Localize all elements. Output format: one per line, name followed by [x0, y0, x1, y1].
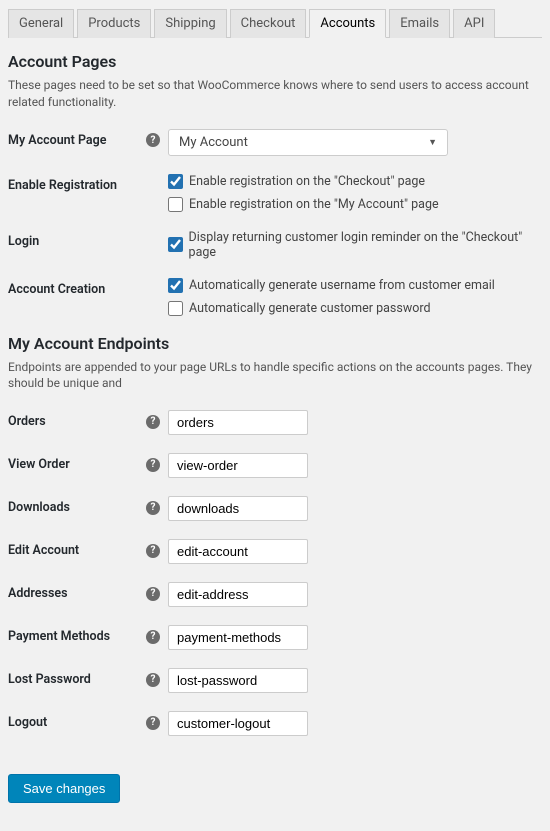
label-my-account-page: My Account Page — [8, 133, 106, 148]
help-icon[interactable]: ? — [146, 716, 160, 730]
tab-accounts[interactable]: Accounts — [309, 9, 386, 38]
help-icon[interactable]: ? — [146, 415, 160, 429]
tab-shipping[interactable]: Shipping — [154, 9, 226, 38]
settings-tabs: General Products Shipping Checkout Accou… — [8, 8, 542, 38]
checkbox-label: Enable registration on the "My Account" … — [189, 197, 439, 212]
input-edit-account[interactable] — [168, 539, 308, 564]
section-desc-endpoints: Endpoints are appended to your page URLs… — [8, 359, 542, 393]
help-icon[interactable]: ? — [146, 630, 160, 644]
checkbox-registration-myaccount[interactable] — [168, 197, 183, 212]
input-payment-methods[interactable] — [168, 625, 308, 650]
tab-checkout[interactable]: Checkout — [230, 9, 307, 38]
checkbox-auto-username[interactable] — [168, 278, 183, 293]
label-logout: Logout — [8, 715, 47, 730]
tab-emails[interactable]: Emails — [389, 9, 450, 38]
checkbox-label: Display returning customer login reminde… — [189, 230, 542, 260]
label-view-order: View Order — [8, 457, 70, 472]
input-downloads[interactable] — [168, 496, 308, 521]
input-orders[interactable] — [168, 410, 308, 435]
section-title-endpoints: My Account Endpoints — [8, 334, 542, 353]
label-lost-password: Lost Password — [8, 672, 91, 687]
checkbox-registration-checkout[interactable] — [168, 174, 183, 189]
checkbox-label: Automatically generate customer password — [189, 301, 431, 316]
section-desc-account-pages: These pages need to be set so that WooCo… — [8, 77, 542, 111]
input-logout[interactable] — [168, 711, 308, 736]
label-login: Login — [8, 234, 39, 249]
label-orders: Orders — [8, 414, 46, 429]
label-edit-account: Edit Account — [8, 543, 79, 558]
label-downloads: Downloads — [8, 500, 70, 515]
tab-general[interactable]: General — [8, 9, 74, 38]
tab-products[interactable]: Products — [77, 9, 151, 38]
label-payment-methods: Payment Methods — [8, 629, 110, 644]
label-enable-registration: Enable Registration — [8, 178, 117, 193]
help-icon[interactable]: ? — [146, 587, 160, 601]
chevron-down-icon: ▼ — [428, 137, 437, 148]
select-my-account-page[interactable]: My Account ▼ — [168, 129, 448, 156]
input-lost-password[interactable] — [168, 668, 308, 693]
input-addresses[interactable] — [168, 582, 308, 607]
help-icon[interactable]: ? — [146, 133, 160, 147]
tab-api[interactable]: API — [453, 9, 495, 38]
help-icon[interactable]: ? — [146, 673, 160, 687]
label-account-creation: Account Creation — [8, 282, 105, 297]
checkbox-login-reminder[interactable] — [168, 237, 183, 252]
help-icon[interactable]: ? — [146, 501, 160, 515]
select-value: My Account — [179, 135, 248, 150]
section-title-account-pages: Account Pages — [8, 52, 542, 71]
help-icon[interactable]: ? — [146, 544, 160, 558]
label-addresses: Addresses — [8, 586, 68, 601]
checkbox-label: Enable registration on the "Checkout" pa… — [189, 174, 425, 189]
save-button[interactable]: Save changes — [8, 774, 120, 803]
checkbox-label: Automatically generate username from cus… — [189, 278, 495, 293]
checkbox-auto-password[interactable] — [168, 301, 183, 316]
help-icon[interactable]: ? — [146, 458, 160, 472]
input-view-order[interactable] — [168, 453, 308, 478]
